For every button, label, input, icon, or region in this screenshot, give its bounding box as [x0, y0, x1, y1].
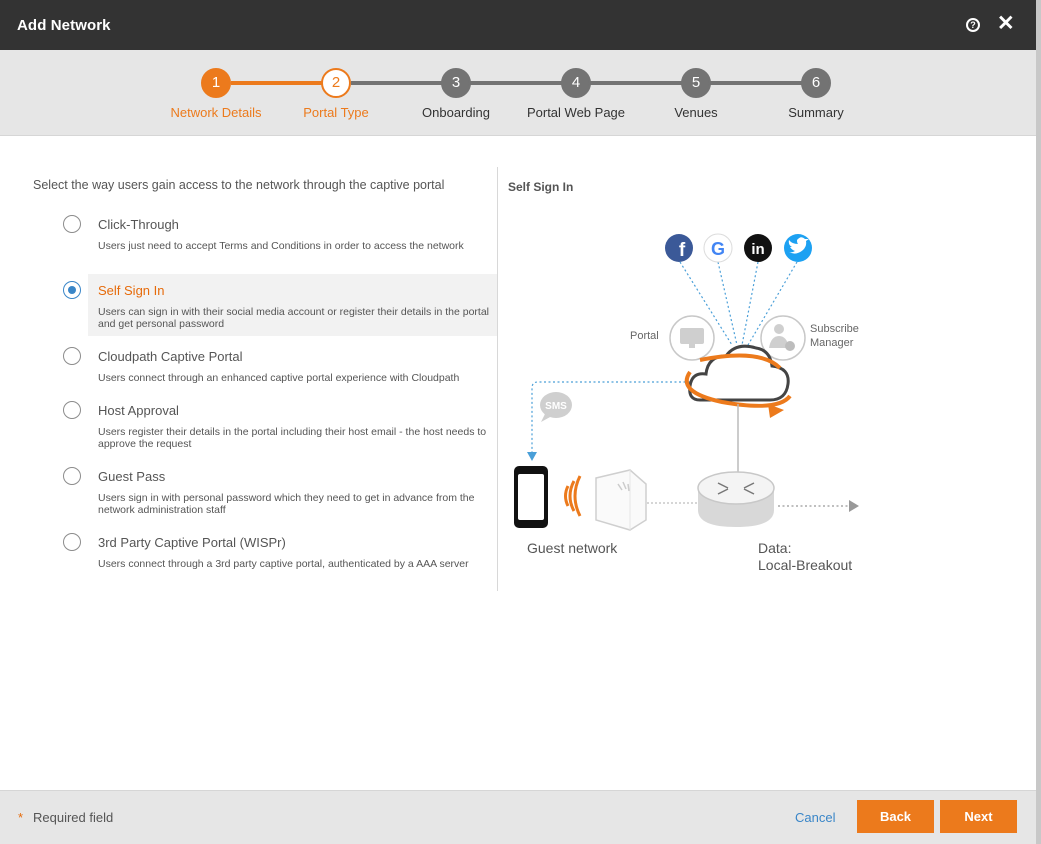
step-6-circle: 6 — [801, 68, 831, 98]
background-edge — [1036, 0, 1041, 844]
option-description: Users just need to accept Terms and Cond… — [98, 240, 464, 252]
radio-button[interactable] — [63, 533, 81, 551]
step-5-circle: 5 — [681, 68, 711, 98]
subscribe-manager-label-2: Manager — [810, 337, 854, 349]
option-description: Users can sign in with their social medi… — [98, 306, 490, 330]
option-title[interactable]: Host Approval — [98, 403, 179, 418]
required-asterisk: * — [18, 810, 24, 825]
data-label-1: Data: — [758, 540, 791, 556]
guest-network-label: Guest network — [527, 540, 618, 556]
self-sign-in-diagram: f G in Portal Subscribe Manager SMS Gues… — [514, 233, 859, 573]
step-2-circle[interactable]: 2 — [321, 68, 351, 98]
subscribe-manager-label-1: Subscribe — [810, 323, 859, 335]
option-description: Users sign in with personal password whi… — [98, 492, 475, 516]
option-description: Users connect through a 3rd party captiv… — [98, 558, 469, 570]
svg-text:G: G — [711, 239, 725, 259]
svg-text:in: in — [751, 241, 764, 258]
next-button[interactable]: Next — [940, 800, 1017, 833]
option-title[interactable]: Click-Through — [98, 217, 179, 232]
title-bar: Add Network ? ✕ — [0, 0, 1036, 50]
radio-button[interactable] — [63, 401, 81, 419]
dialog-title: Add Network — [17, 17, 111, 34]
vertical-divider — [497, 167, 498, 591]
google-icon: G — [703, 233, 733, 263]
back-button[interactable]: Back — [857, 800, 934, 833]
step-4-label: Portal Web Page — [526, 105, 626, 120]
step-6-label: Summary — [788, 105, 844, 120]
radio-button[interactable] — [63, 215, 81, 233]
help-icon[interactable]: ? — [966, 18, 980, 32]
cancel-link[interactable]: Cancel — [795, 810, 835, 825]
dialog-footer: * Required field Cancel Back Next — [0, 790, 1036, 844]
step-4-circle: 4 — [561, 68, 591, 98]
step-2-label: Portal Type — [303, 105, 369, 120]
step-1-label: Network Details — [170, 105, 262, 120]
intro-text: Select the way users gain access to the … — [33, 178, 445, 192]
close-icon[interactable]: ✕ — [997, 13, 1015, 35]
required-field-note: Required field — [33, 810, 114, 825]
option-description: Users register their details in the port… — [98, 426, 487, 450]
radio-button[interactable] — [63, 347, 81, 365]
portal-label: Portal — [630, 330, 659, 342]
radio-button[interactable] — [63, 281, 81, 299]
step-5-label: Venues — [674, 105, 718, 120]
option-title[interactable]: Cloudpath Captive Portal — [98, 349, 243, 364]
portal-icon — [669, 315, 715, 361]
option-title[interactable]: Self Sign In — [98, 283, 165, 298]
svg-text:f: f — [679, 240, 686, 261]
preview-title: Self Sign In — [508, 180, 574, 194]
step-1-circle[interactable]: 1 — [201, 68, 231, 98]
option-title[interactable]: Guest Pass — [98, 469, 165, 484]
svg-text:SMS: SMS — [545, 401, 567, 412]
router-icon — [697, 471, 775, 527]
step-connector-done — [231, 81, 323, 85]
wifi-signal-icon — [564, 475, 582, 517]
twitter-icon — [784, 234, 812, 262]
option-description: Users connect through an enhanced captiv… — [98, 372, 460, 384]
data-label-2: Local-Breakout — [758, 557, 852, 573]
linkedin-icon: in — [744, 234, 772, 262]
radio-button[interactable] — [63, 467, 81, 485]
step-3-label: Onboarding — [422, 105, 490, 120]
option-title[interactable]: 3rd Party Captive Portal (WISPr) — [98, 535, 286, 550]
wizard-stepper: 1 Network Details 2 Portal Type 3 Onboarding 4… — [0, 50, 1036, 136]
access-point-icon — [595, 469, 647, 531]
facebook-icon: f — [665, 234, 693, 262]
step-3-circle: 3 — [441, 68, 471, 98]
phone-icon — [514, 466, 548, 528]
add-network-dialog: Add Network ? ✕ 1 Network Details 2 Portal … — [0, 0, 1036, 844]
sms-icon: SMS — [540, 392, 572, 422]
